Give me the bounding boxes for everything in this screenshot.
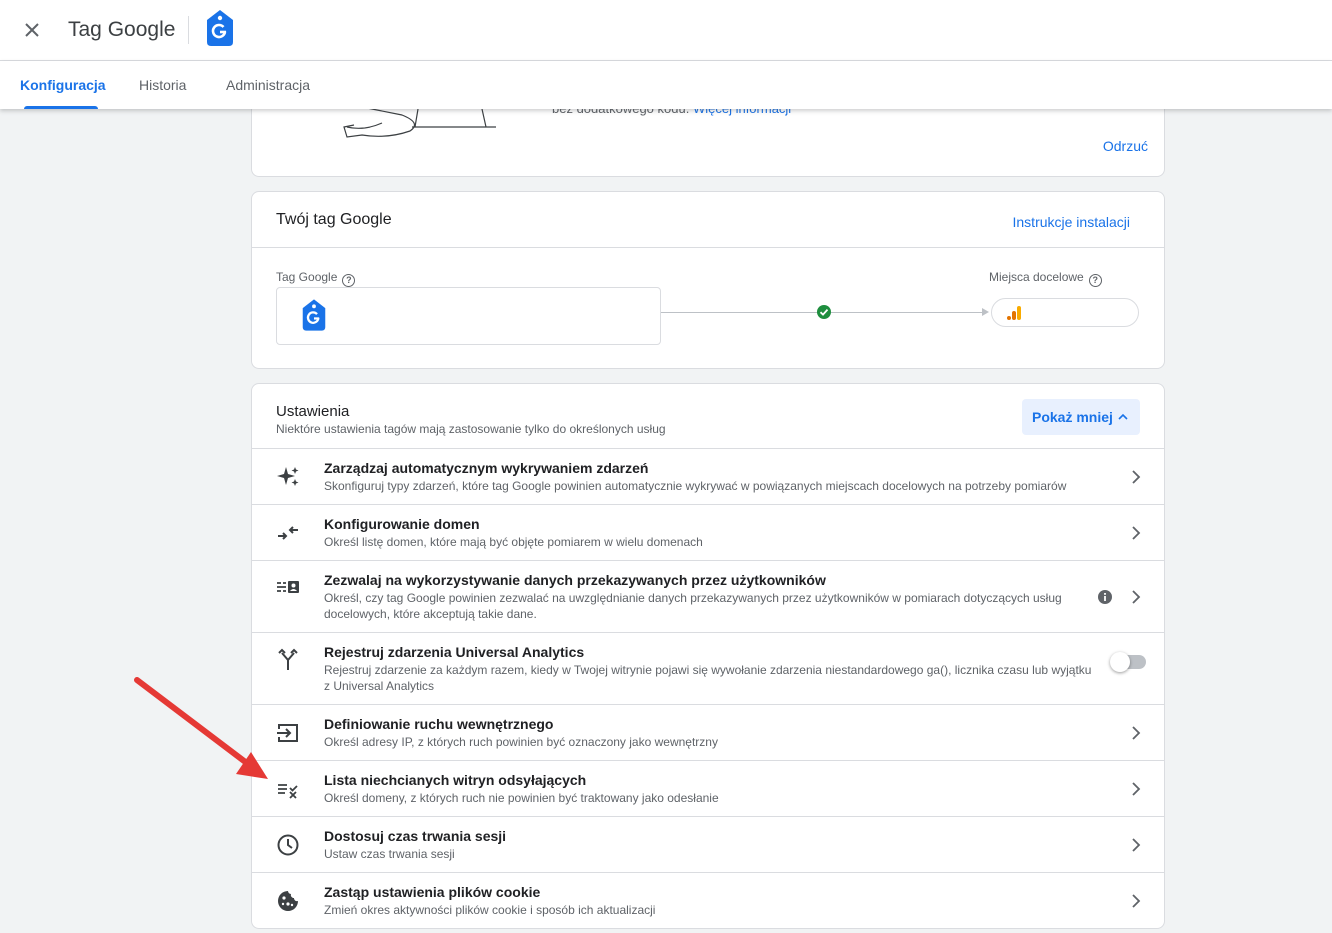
login-icon xyxy=(277,724,298,742)
chevron-right-icon xyxy=(1132,782,1141,796)
setting-title: Lista niechcianych witryn odsyłających xyxy=(324,772,587,788)
setting-title: Konfigurowanie domen xyxy=(324,516,480,532)
setting-title: Zezwalaj na wykorzystywanie danych przek… xyxy=(324,572,826,588)
active-tab-indicator xyxy=(24,106,98,109)
setting-description: Określ listę domen, które mają być objęt… xyxy=(324,535,703,549)
help-icon[interactable]: ? xyxy=(342,274,356,287)
help-icon[interactable]: ? xyxy=(1088,274,1102,287)
chevron-right-icon xyxy=(1132,838,1141,852)
info-icon[interactable] xyxy=(1098,590,1112,604)
google-tag-logo-icon xyxy=(207,10,233,46)
app-bar: Tag Google xyxy=(0,0,1332,61)
destinations-label: Miejsca docelowe? xyxy=(989,270,1102,287)
user-data-icon xyxy=(277,581,299,593)
tag-label: Tag Google? xyxy=(276,270,356,287)
install-instructions-link[interactable]: Instrukcje instalacji xyxy=(1013,214,1131,230)
setting-title: Dostosuj czas trwania sesji xyxy=(324,828,507,844)
app-title: Tag Google xyxy=(68,18,176,41)
setting-row-auto-events[interactable]: Zarządzaj automatycznym wykrywaniem zdar… xyxy=(252,448,1164,504)
setting-description: Rejestruj zdarzenie za każdym razem, kie… xyxy=(324,663,1092,693)
tab-bar: Konfiguracja Historia Administracja xyxy=(0,61,1332,109)
dismiss-button[interactable]: Odrzuć xyxy=(1103,138,1148,154)
settings-subtitle: Niektóre ustawienia tagów mają zastosowa… xyxy=(276,422,666,436)
merge-arrows-icon xyxy=(278,526,298,540)
setting-title: Rejestruj zdarzenia Universal Analytics xyxy=(324,644,585,660)
chevron-right-icon xyxy=(1132,526,1141,540)
show-less-label: Pokaż mniej xyxy=(1032,409,1113,425)
setting-row-ua-events[interactable]: Rejestruj zdarzenia Universal Analytics … xyxy=(252,632,1164,704)
connection-arrowhead xyxy=(982,308,989,316)
setting-row-session-timeout[interactable]: Dostosuj czas trwania sesji Ustaw czas t… xyxy=(252,816,1164,872)
ua-events-toggle[interactable] xyxy=(1110,652,1146,672)
tab-historia[interactable]: Historia xyxy=(139,77,186,93)
setting-title: Definiowanie ruchu wewnętrznego xyxy=(324,716,554,732)
chevron-right-icon xyxy=(1132,726,1141,740)
destination-chip[interactable] xyxy=(991,298,1139,327)
setting-description: Ustaw czas trwania sesji xyxy=(324,847,455,861)
setting-row-domains[interactable]: Konfigurowanie domen Określ listę domen,… xyxy=(252,504,1164,560)
setting-description: Określ, czy tag Google powinien zezwalać… xyxy=(324,591,1062,621)
tag-label-text: Tag Google xyxy=(276,270,338,284)
setting-row-internal-traffic[interactable]: Definiowanie ruchu wewnętrznego Określ a… xyxy=(252,704,1164,760)
setting-title: Zastąp ustawienia plików cookie xyxy=(324,884,541,900)
sparkle-icon xyxy=(277,467,299,486)
title-divider xyxy=(188,16,189,44)
divider xyxy=(252,247,1164,248)
setting-description: Określ adresy IP, z których ruch powinie… xyxy=(324,735,718,749)
google-tag-icon xyxy=(302,299,326,331)
chevron-right-icon xyxy=(1132,894,1141,908)
setting-row-unwanted-referrals[interactable]: Lista niechcianych witryn odsyłających O… xyxy=(252,760,1164,816)
clock-icon xyxy=(277,834,299,856)
check-circle-icon xyxy=(817,305,831,319)
settings-title: Ustawienia xyxy=(276,403,350,420)
fork-icon xyxy=(278,648,298,670)
tab-konfiguracja[interactable]: Konfiguracja xyxy=(20,77,106,93)
destinations-label-text: Miejsca docelowe xyxy=(989,270,1084,284)
setting-row-user-data[interactable]: Zezwalaj na wykorzystywanie danych przek… xyxy=(252,560,1164,632)
google-tag-card: Twój tag Google Instrukcje instalacji Ta… xyxy=(251,191,1165,369)
chevron-right-icon xyxy=(1132,590,1141,604)
setting-row-cookies[interactable]: Zastąp ustawienia plików cookie Zmień ok… xyxy=(252,872,1164,928)
toggle-knob xyxy=(1110,652,1130,672)
tag-box[interactable] xyxy=(276,287,661,345)
tab-administracja[interactable]: Administracja xyxy=(226,77,310,93)
chevron-up-icon xyxy=(1118,413,1128,420)
setting-description: Określ domeny, z których ruch nie powini… xyxy=(324,791,719,805)
chevron-right-icon xyxy=(1132,470,1141,484)
analytics-icon xyxy=(1007,306,1021,320)
setting-title: Zarządzaj automatycznym wykrywaniem zdar… xyxy=(324,460,649,476)
setting-description: Zmień okres aktywności plików cookie i s… xyxy=(324,903,656,917)
show-less-button[interactable]: Pokaż mniej xyxy=(1022,399,1140,435)
close-icon[interactable] xyxy=(20,18,44,42)
list-remove-icon xyxy=(278,784,298,799)
setting-description: Skonfiguruj typy zdarzeń, które tag Goog… xyxy=(324,479,1067,493)
card-title: Twój tag Google xyxy=(276,211,392,228)
cookie-icon xyxy=(278,891,298,911)
settings-card: Ustawienia Niektóre ustawienia tagów maj… xyxy=(251,383,1165,929)
